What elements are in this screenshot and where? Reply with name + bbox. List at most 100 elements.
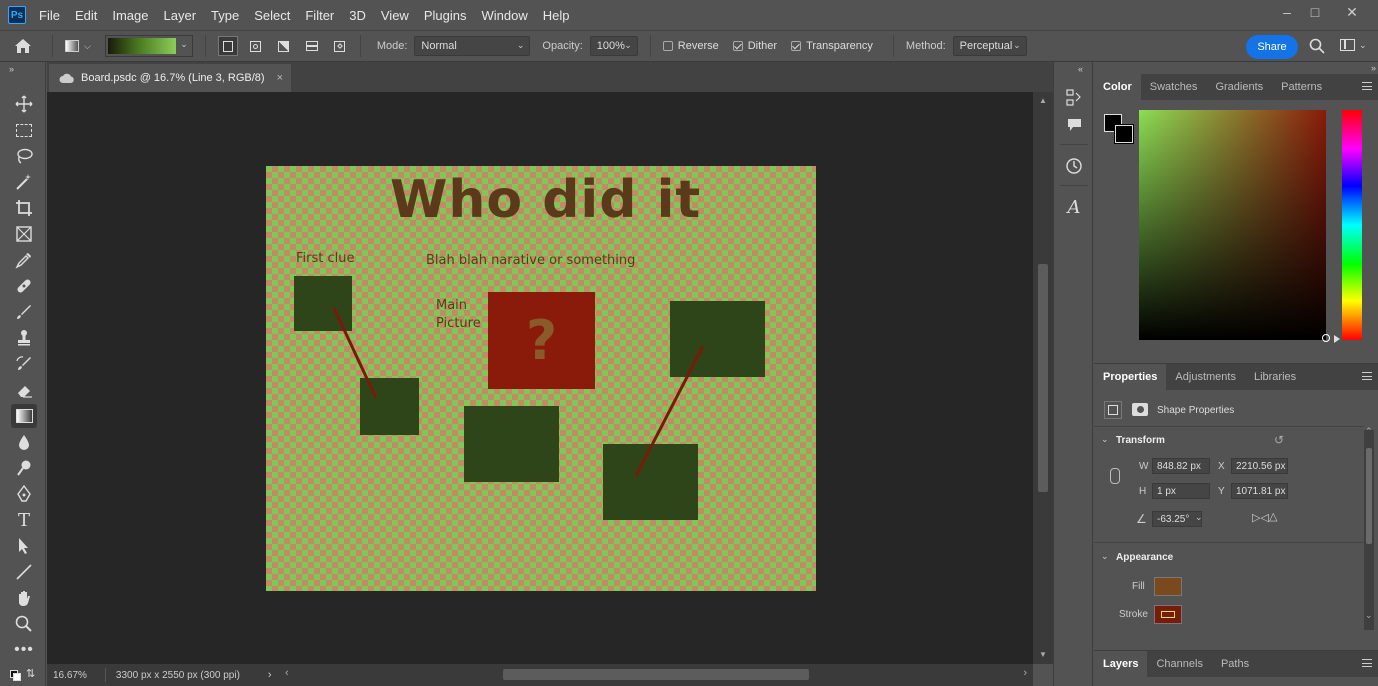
gradient-tool-icon[interactable] <box>11 404 37 428</box>
crop-tool-icon[interactable] <box>11 196 37 220</box>
magic-wand-tool-icon[interactable] <box>11 170 37 194</box>
eraser-tool-icon[interactable] <box>11 378 37 402</box>
zoom-level[interactable]: 16.67% <box>53 670 87 681</box>
clone-stamp-tool-icon[interactable] <box>11 326 37 350</box>
menu-edit[interactable]: Edit <box>75 8 97 23</box>
tab-paths[interactable]: Paths <box>1212 651 1258 677</box>
reflected-gradient-icon[interactable] <box>302 36 322 56</box>
tab-libraries[interactable]: Libraries <box>1245 364 1305 390</box>
artboard[interactable]: Who did it First clue Blah blah narative… <box>266 166 816 591</box>
opacity-field[interactable]: 100% ⌄ <box>589 36 638 56</box>
angle-gradient-icon[interactable] <box>274 36 294 56</box>
tab-channels[interactable]: Channels <box>1147 651 1211 677</box>
transparency-checkbox[interactable]: Transparency <box>791 40 873 52</box>
properties-scrollbar[interactable]: ⌃ ⌄ <box>1364 426 1374 630</box>
radial-gradient-icon[interactable] <box>246 36 266 56</box>
method-select[interactable]: Perceptual ⌄ <box>952 36 1027 56</box>
menu-window[interactable]: Window <box>481 8 527 23</box>
history-brush-tool-icon[interactable] <box>11 352 37 376</box>
healing-brush-tool-icon[interactable] <box>11 274 37 298</box>
hand-tool-icon[interactable] <box>11 586 37 610</box>
mask-icon[interactable] <box>1132 403 1148 416</box>
background-color-swatch[interactable] <box>1115 125 1133 143</box>
scroll-up-icon[interactable]: ▲ <box>1039 96 1047 105</box>
more-tools-icon[interactable]: ••• <box>11 638 37 662</box>
fill-swatch[interactable] <box>1154 577 1182 596</box>
path-selection-tool-icon[interactable] <box>11 534 37 558</box>
flip-vertical-icon[interactable]: △ <box>1269 510 1277 523</box>
menu-help[interactable]: Help <box>543 8 570 23</box>
hue-slider[interactable] <box>1342 110 1362 340</box>
tab-adjustments[interactable]: Adjustments <box>1166 364 1245 390</box>
tab-layers[interactable]: Layers <box>1094 651 1148 677</box>
flip-horizontal-icon[interactable]: ▷◁ <box>1252 511 1269 524</box>
y-field[interactable]: 1071.81 px <box>1231 483 1288 499</box>
hue-slider-handle[interactable] <box>1334 335 1340 343</box>
frame-tool-icon[interactable] <box>11 222 37 246</box>
width-field[interactable]: 848.82 px <box>1152 458 1210 474</box>
close-icon[interactable]: ✕ <box>1337 0 1367 24</box>
menu-filter[interactable]: Filter <box>305 8 334 23</box>
eyedropper-tool-icon[interactable] <box>11 248 37 272</box>
appearance-chevron-icon[interactable]: ⌄ <box>1101 551 1109 562</box>
gradient-picker[interactable]: ⌄ <box>104 35 193 57</box>
panel-menu-icon[interactable] <box>1362 659 1372 667</box>
tab-patterns[interactable]: Patterns <box>1272 74 1331 100</box>
scroll-right-icon[interactable]: › <box>1023 667 1027 679</box>
vertical-scrollbar[interactable]: ▲ ▼ <box>1033 92 1053 664</box>
menu-layer[interactable]: Layer <box>164 8 197 23</box>
color-swatches-icon[interactable]: ⇅ <box>8 666 38 682</box>
comments-icon[interactable] <box>1064 115 1084 135</box>
type-tool-icon[interactable]: T <box>11 508 37 532</box>
diamond-gradient-icon[interactable] <box>330 36 350 56</box>
home-icon[interactable] <box>0 38 46 54</box>
menu-image[interactable]: Image <box>112 8 148 23</box>
zoom-tool-icon[interactable] <box>11 612 37 636</box>
workspace-icon[interactable]: ⌄ <box>1340 39 1367 51</box>
brush-tool-icon[interactable] <box>11 300 37 324</box>
angle-chevron-icon[interactable]: ⌄ <box>1195 512 1203 523</box>
menu-plugins[interactable]: Plugins <box>424 8 467 23</box>
horizontal-scroll-thumb[interactable] <box>503 669 809 680</box>
panel-menu-icon[interactable] <box>1362 82 1372 90</box>
tab-gradients[interactable]: Gradients <box>1206 74 1272 100</box>
shape-bounds-icon[interactable] <box>1104 401 1122 419</box>
collapse-panels-icon[interactable]: « <box>1078 64 1083 74</box>
linear-gradient-icon[interactable] <box>217 36 238 56</box>
pen-tool-icon[interactable] <box>11 482 37 506</box>
history-icon[interactable] <box>1064 156 1084 176</box>
scroll-left-icon[interactable]: ‹ <box>285 667 289 679</box>
search-icon[interactable] <box>1309 38 1325 57</box>
connector-line-1[interactable] <box>332 307 378 399</box>
menu-view[interactable]: View <box>381 8 409 23</box>
vertical-scroll-thumb[interactable] <box>1038 264 1048 492</box>
glyphs-icon[interactable]: A <box>1064 197 1084 218</box>
connector-line-2[interactable] <box>634 345 705 477</box>
stroke-swatch[interactable] <box>1154 605 1182 624</box>
x-field[interactable]: 2210.56 px <box>1231 458 1288 474</box>
maximize-icon[interactable]: □ <box>1300 0 1330 24</box>
link-icon[interactable] <box>1110 468 1120 484</box>
minimize-icon[interactable]: – <box>1272 0 1302 24</box>
move-tool-icon[interactable] <box>11 92 37 116</box>
panel-menu-icon[interactable] <box>1362 372 1372 380</box>
close-tab-icon[interactable]: × <box>277 72 283 84</box>
lasso-tool-icon[interactable] <box>11 144 37 168</box>
scroll-down-icon[interactable]: ▼ <box>1039 650 1047 659</box>
status-menu-icon[interactable]: › <box>268 669 272 681</box>
dodge-tool-icon[interactable] <box>11 456 37 480</box>
document-tab[interactable]: Board.psdc @ 16.7% (Line 3, RGB/8) × <box>49 64 291 92</box>
tab-properties[interactable]: Properties <box>1094 364 1167 390</box>
menu-file[interactable]: File <box>39 8 60 23</box>
menu-3d[interactable]: 3D <box>349 8 366 23</box>
reverse-checkbox[interactable]: Reverse <box>662 40 719 52</box>
transform-chevron-icon[interactable]: ⌄ <box>1101 434 1109 445</box>
mode-select[interactable]: Normal ⌄ <box>414 36 531 56</box>
history-states-icon[interactable] <box>1064 88 1084 108</box>
collapse-panel-icon[interactable]: » <box>1371 63 1376 73</box>
dither-checkbox[interactable]: Dither <box>732 40 777 52</box>
reset-transform-icon[interactable]: ↺ <box>1274 433 1284 447</box>
marquee-tool-icon[interactable] <box>11 118 37 142</box>
height-field[interactable]: 1 px <box>1152 483 1210 499</box>
menu-select[interactable]: Select <box>254 8 290 23</box>
